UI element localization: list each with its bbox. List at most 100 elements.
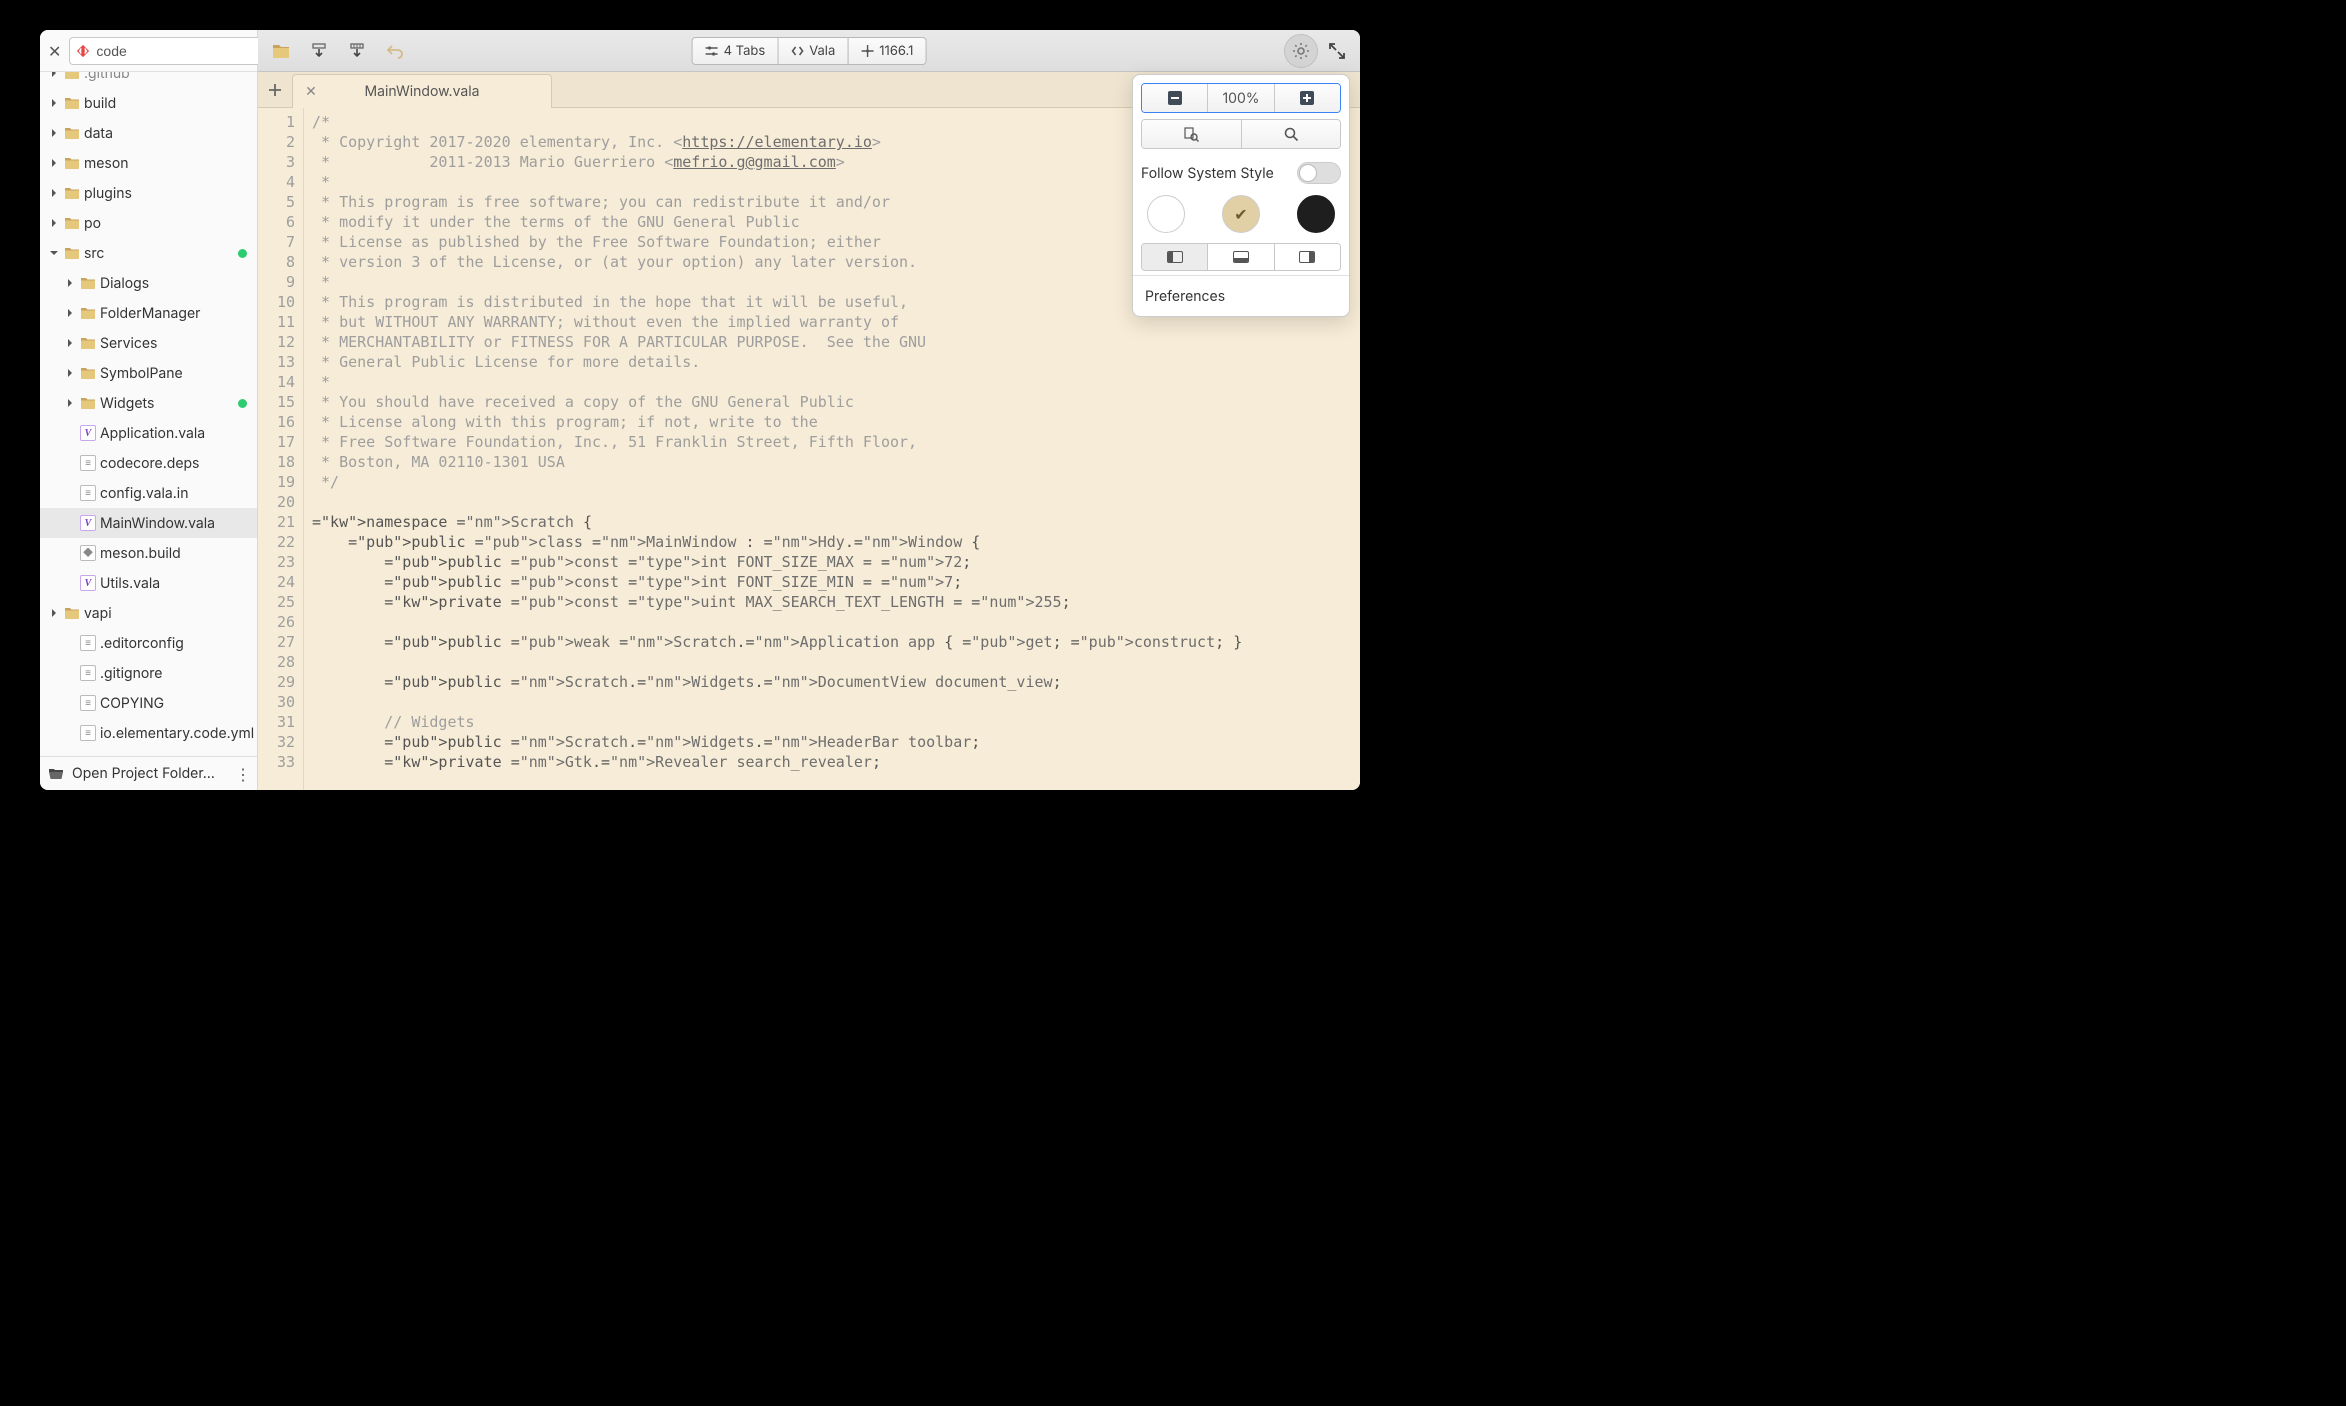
panel-left-button[interactable]: [1142, 244, 1208, 270]
search-icon: [1283, 126, 1299, 142]
theme-light-button[interactable]: [1147, 195, 1185, 233]
panel-layout-controls: [1141, 243, 1341, 271]
language-label: Vala: [809, 43, 835, 59]
tree-folder[interactable]: Widgets: [40, 388, 257, 418]
open-folder-button[interactable]: [266, 36, 296, 66]
find-replace-controls: [1141, 119, 1341, 149]
plus-icon: [268, 83, 282, 97]
find-button[interactable]: [1242, 120, 1341, 148]
settings-popover: 100% Follow System Style ✔: [1132, 74, 1350, 317]
tree-label: .editorconfig: [100, 635, 257, 652]
tree-folder[interactable]: src: [40, 238, 257, 268]
theme-dark-button[interactable]: [1297, 195, 1335, 233]
position-icon: [860, 44, 874, 58]
tree-folder[interactable]: plugins: [40, 178, 257, 208]
tree-folder[interactable]: meson: [40, 148, 257, 178]
new-tab-button[interactable]: [258, 73, 292, 107]
tree-file[interactable]: ≡codecore.deps: [40, 448, 257, 478]
follow-system-style-label: Follow System Style: [1141, 165, 1274, 182]
tree-label: po: [84, 215, 257, 232]
save-icon: [310, 42, 328, 60]
tree-folder[interactable]: data: [40, 118, 257, 148]
tree-file[interactable]: ≡.editorconfig: [40, 628, 257, 658]
tree-folder[interactable]: Dialogs: [40, 268, 257, 298]
file-icon: ≡: [80, 455, 96, 471]
save-button[interactable]: [304, 36, 334, 66]
tree-label: .github: [84, 72, 257, 82]
tree-file[interactable]: ≡config.vala.in: [40, 478, 257, 508]
find-replace-button[interactable]: [1142, 120, 1242, 148]
tree-label: MainWindow.vala: [100, 515, 257, 532]
tree-label: codecore.deps: [100, 455, 257, 472]
tabs-indicator[interactable]: 4 Tabs: [692, 37, 779, 65]
header-right: [1284, 34, 1352, 68]
search-input[interactable]: [96, 43, 277, 59]
follow-system-style-row: Follow System Style: [1141, 155, 1341, 191]
zoom-out-button[interactable]: [1142, 84, 1208, 112]
tab-active[interactable]: ✕ MainWindow.vala: [292, 74, 552, 108]
line-number-gutter: 1234567891011121314151617181920212223242…: [258, 108, 304, 790]
tree-label: Dialogs: [100, 275, 257, 292]
save-all-button[interactable]: [342, 36, 372, 66]
tree-folder[interactable]: .github: [40, 72, 257, 88]
tree-folder[interactable]: SymbolPane: [40, 358, 257, 388]
save-all-icon: [348, 42, 366, 60]
modified-dot: [238, 249, 247, 258]
tree-label: Services: [100, 335, 257, 352]
tree-file[interactable]: ≡COPYING: [40, 688, 257, 718]
close-button[interactable]: ✕: [48, 41, 61, 61]
tree-file[interactable]: VUtils.vala: [40, 568, 257, 598]
fullscreen-icon: [1328, 42, 1346, 60]
file-icon: V: [80, 575, 96, 591]
tab-title: MainWindow.vala: [329, 83, 515, 100]
search-input-wrapper[interactable]: [69, 37, 284, 65]
tree-label: io.elementary.code.yml: [100, 725, 257, 742]
tab-close-button[interactable]: ✕: [303, 83, 319, 100]
tree-folder[interactable]: po: [40, 208, 257, 238]
position-indicator[interactable]: 1166.1: [847, 37, 926, 65]
theme-sepia-button[interactable]: ✔: [1222, 195, 1260, 233]
tabs-label: 4 Tabs: [724, 43, 766, 59]
sidebar-menu-button[interactable]: ⋮: [235, 764, 249, 784]
follow-system-style-toggle[interactable]: [1297, 162, 1341, 184]
preferences-button[interactable]: Preferences: [1141, 276, 1341, 316]
panel-right-button[interactable]: [1275, 244, 1340, 270]
tree-label: data: [84, 125, 257, 142]
sidebar-header: ✕: [40, 30, 257, 72]
tree-file[interactable]: VMainWindow.vala: [40, 508, 257, 538]
position-label: 1166.1: [879, 43, 913, 59]
open-project-folder-button[interactable]: Open Project Folder…: [48, 765, 227, 782]
revert-button[interactable]: [380, 36, 410, 66]
settings-button[interactable]: [1284, 34, 1318, 68]
tree-folder[interactable]: build: [40, 88, 257, 118]
open-project-folder-label: Open Project Folder…: [72, 765, 215, 782]
language-indicator[interactable]: Vala: [778, 37, 847, 65]
panel-left-icon: [1167, 251, 1183, 263]
tree-file[interactable]: VApplication.vala: [40, 418, 257, 448]
file-tree[interactable]: .github build data meson plugins po src Dialogs…: [40, 72, 257, 756]
tree-file[interactable]: ≡io.elementary.code.yml: [40, 718, 257, 748]
tree-file[interactable]: ◆meson.build: [40, 538, 257, 568]
sliders-icon: [705, 44, 719, 58]
tree-label: src: [84, 245, 234, 262]
modified-dot: [238, 399, 247, 408]
file-icon: ≡: [80, 665, 96, 681]
find-replace-icon: [1183, 126, 1199, 142]
header-left: [266, 36, 410, 66]
file-icon: V: [80, 425, 96, 441]
tree-folder[interactable]: vapi: [40, 598, 257, 628]
tree-label: plugins: [84, 185, 257, 202]
tree-folder[interactable]: Services: [40, 328, 257, 358]
sidebar: ✕ .github build data meson plugins po src Dialo…: [40, 30, 258, 790]
header-bar: 4 Tabs Vala 1166.1: [258, 30, 1360, 72]
tree-file[interactable]: ≡.gitignore: [40, 658, 257, 688]
fullscreen-button[interactable]: [1322, 36, 1352, 66]
tree-label: meson: [84, 155, 257, 172]
file-icon: ≡: [80, 485, 96, 501]
tree-folder[interactable]: FolderManager: [40, 298, 257, 328]
zoom-in-button[interactable]: [1275, 84, 1340, 112]
file-icon: ≡: [80, 635, 96, 651]
zoom-level[interactable]: 100%: [1208, 84, 1274, 112]
panel-bottom-button[interactable]: [1208, 244, 1274, 270]
revert-icon: [386, 42, 404, 60]
